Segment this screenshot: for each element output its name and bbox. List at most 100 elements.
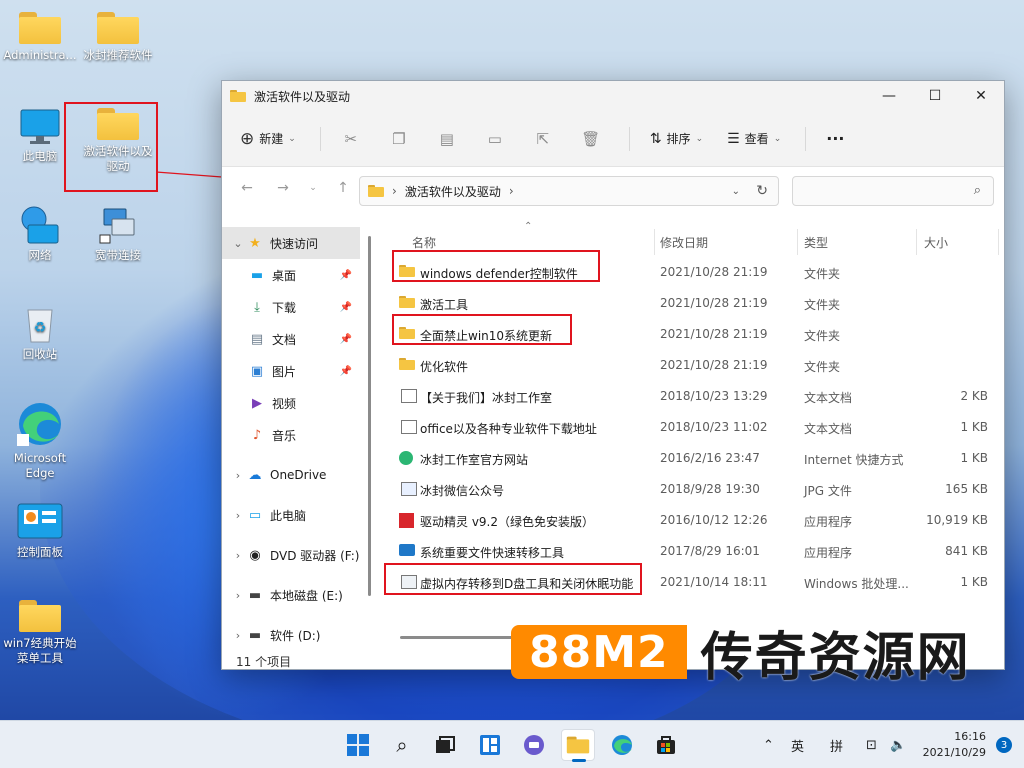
folder-icon — [368, 185, 384, 197]
sidebar-item-desktop[interactable]: ▬ 桌面 📌 — [222, 259, 372, 291]
pin-icon[interactable]: 📌 — [340, 302, 352, 313]
delete-icon[interactable]: 🗑 — [581, 129, 601, 149]
chevron-up-icon: ⌃ — [763, 737, 774, 753]
column-divider[interactable] — [654, 229, 655, 255]
forward-arrow-icon[interactable]: → — [272, 180, 294, 196]
close-button[interactable]: ✕ — [958, 81, 1004, 111]
ime-language-indicator[interactable]: 英 — [791, 721, 804, 768]
desktop-icon-administrator[interactable]: Administra... — [0, 12, 80, 63]
active-indicator — [572, 759, 586, 762]
view-button[interactable]: ☰ 查看 ⌄ — [727, 130, 781, 147]
notification-badge[interactable]: 3 — [996, 737, 1012, 753]
column-header-size[interactable]: 大小 — [924, 234, 948, 251]
search-input[interactable]: ⌕ — [792, 176, 994, 206]
breadcrumb-current[interactable]: 激活软件以及驱动 — [405, 183, 501, 200]
file-row[interactable]: 冰封工作室官方网站 2016/2/16 23:47 Internet 快捷方式 … — [382, 443, 1002, 474]
sidebar-item-pictures[interactable]: ▣ 图片 📌 — [222, 355, 372, 387]
refresh-icon[interactable]: ↻ — [756, 183, 768, 199]
music-icon: ♪ — [252, 427, 262, 443]
highlight-box-defender — [392, 250, 600, 282]
taskbar-store[interactable] — [649, 729, 683, 761]
search-icon: ⌕ — [973, 183, 981, 198]
chevron-right-icon[interactable]: › — [230, 509, 246, 522]
column-header-date[interactable]: 修改日期 — [660, 234, 708, 251]
video-icon: ▶ — [252, 395, 262, 411]
file-row[interactable]: office以及各种专业软件下载地址 2018/10/23 11:02 文本文档… — [382, 412, 1002, 443]
copy-icon[interactable]: ❐ — [389, 129, 409, 149]
pin-icon[interactable]: 📌 — [340, 334, 352, 345]
address-bar[interactable]: › 激活软件以及驱动 › ⌄ ↻ — [359, 176, 779, 206]
column-divider[interactable] — [998, 229, 999, 255]
search-button[interactable]: ⌕ — [385, 729, 419, 761]
search-icon: ⌕ — [396, 733, 408, 757]
sidebar-item-software-d[interactable]: › ▬ 软件 (D:) — [222, 619, 372, 651]
file-row[interactable]: 驱动精灵 v9.2（绿色免安装版） 2016/10/12 12:26 应用程序 … — [382, 505, 1002, 536]
desktop-icon-control-panel[interactable]: 控制面板 — [0, 502, 80, 560]
chevron-right-icon[interactable]: › — [230, 549, 246, 562]
status-bar-item-count: 11 个项目 — [236, 655, 292, 669]
desktop-icon-recycle-bin[interactable]: ♻ 回收站 — [0, 304, 80, 362]
up-arrow-icon[interactable]: ↑ — [332, 180, 354, 196]
paste-icon[interactable]: ▤ — [437, 129, 457, 149]
sidebar-item-quick-access[interactable]: ⌄ ★ 快速访问 — [222, 227, 360, 259]
chat-button[interactable] — [517, 729, 551, 761]
sort-button[interactable]: ⇅ 排序 ⌄ — [650, 130, 703, 147]
start-button[interactable] — [341, 729, 375, 761]
recent-locations-chevron-icon[interactable]: ⌄ — [308, 183, 318, 193]
show-hidden-icons-button[interactable]: ⌃ — [763, 721, 774, 768]
desktop-icon-recommended[interactable]: 冰封推荐软件 — [78, 12, 158, 63]
sidebar-item-onedrive[interactable]: › ☁ OneDrive — [222, 459, 372, 491]
pin-icon[interactable]: 📌 — [340, 270, 352, 281]
new-button[interactable]: ⊕ 新建 ⌄ — [240, 129, 296, 149]
desktop-icon-win7-start-menu[interactable]: win7经典开始菜单工具 — [0, 600, 80, 666]
clock-date: 2021/10/29 — [922, 746, 986, 759]
cut-icon[interactable]: ✂ — [341, 129, 361, 149]
column-divider[interactable] — [916, 229, 917, 255]
sidebar-item-local-disk-e[interactable]: › ▬ 本地磁盘 (E:) — [222, 579, 372, 611]
sidebar-item-documents[interactable]: ▤ 文档 📌 — [222, 323, 372, 355]
taskbar-file-explorer[interactable] — [561, 729, 595, 762]
maximize-button[interactable]: ☐ — [912, 81, 958, 111]
sort-icon: ⇅ — [649, 130, 662, 147]
sidebar-item-videos[interactable]: ▶ 视频 — [222, 387, 372, 419]
folder-icon — [399, 358, 415, 372]
folder-icon — [399, 296, 415, 310]
volume-icon[interactable]: 🔈 — [890, 721, 906, 768]
sidebar-scrollbar[interactable] — [368, 236, 371, 596]
folder-icon — [19, 12, 61, 44]
sidebar-item-music[interactable]: ♪ 音乐 — [222, 419, 372, 451]
widgets-button[interactable] — [473, 729, 507, 761]
rename-icon[interactable]: ▭ — [485, 129, 505, 149]
back-arrow-icon[interactable]: ← — [236, 180, 258, 196]
more-options-button[interactable]: ··· — [826, 129, 844, 148]
sidebar-item-dvd-drive[interactable]: › ◉ DVD 驱动器 (F:) — [222, 539, 372, 571]
taskbar-edge[interactable] — [605, 729, 639, 761]
chevron-right-icon[interactable]: › — [230, 469, 246, 482]
ime-mode-indicator[interactable]: 拼 — [830, 721, 843, 768]
file-row[interactable]: 优化软件 2021/10/28 21:19 文件夹 — [382, 350, 1002, 381]
desktop-icon-broadband[interactable]: 宽带连接 — [78, 205, 158, 263]
chevron-right-icon[interactable]: › — [230, 589, 246, 602]
column-header-type[interactable]: 类型 — [804, 234, 828, 251]
column-divider[interactable] — [797, 229, 798, 255]
chevron-down-icon[interactable]: ⌄ — [230, 237, 246, 250]
chevron-right-icon[interactable]: › — [230, 629, 246, 642]
clock-time: 16:16 — [954, 730, 986, 743]
file-row[interactable]: 冰封微信公众号 2018/9/28 19:30 JPG 文件 165 KB — [382, 474, 1002, 505]
column-header-name[interactable]: 名称 — [412, 234, 436, 251]
desktop-icon-edge[interactable]: Microsoft Edge — [0, 400, 80, 481]
desktop-icon-network[interactable]: 网络 — [0, 205, 80, 263]
store-icon — [657, 736, 675, 754]
share-icon[interactable]: ⇱ — [533, 129, 553, 149]
title-bar[interactable]: 激活软件以及驱动 — ☐ ✕ — [222, 81, 1004, 111]
address-dropdown-icon[interactable]: ⌄ — [732, 186, 740, 197]
sidebar-item-downloads[interactable]: ⤓ 下载 📌 — [222, 291, 372, 323]
driver-genius-icon — [399, 513, 414, 528]
minimize-button[interactable]: — — [866, 81, 912, 111]
file-row[interactable]: 【关于我们】冰封工作室 2018/10/23 13:29 文本文档 2 KB — [382, 381, 1002, 412]
task-view-button[interactable] — [428, 729, 462, 761]
system-clock[interactable]: 16:16 2021/10/29 — [923, 729, 986, 761]
network-status-icon[interactable]: ⊡ — [866, 721, 877, 768]
pin-icon[interactable]: 📌 — [340, 366, 352, 377]
sidebar-item-this-pc[interactable]: › ▭ 此电脑 — [222, 499, 372, 531]
